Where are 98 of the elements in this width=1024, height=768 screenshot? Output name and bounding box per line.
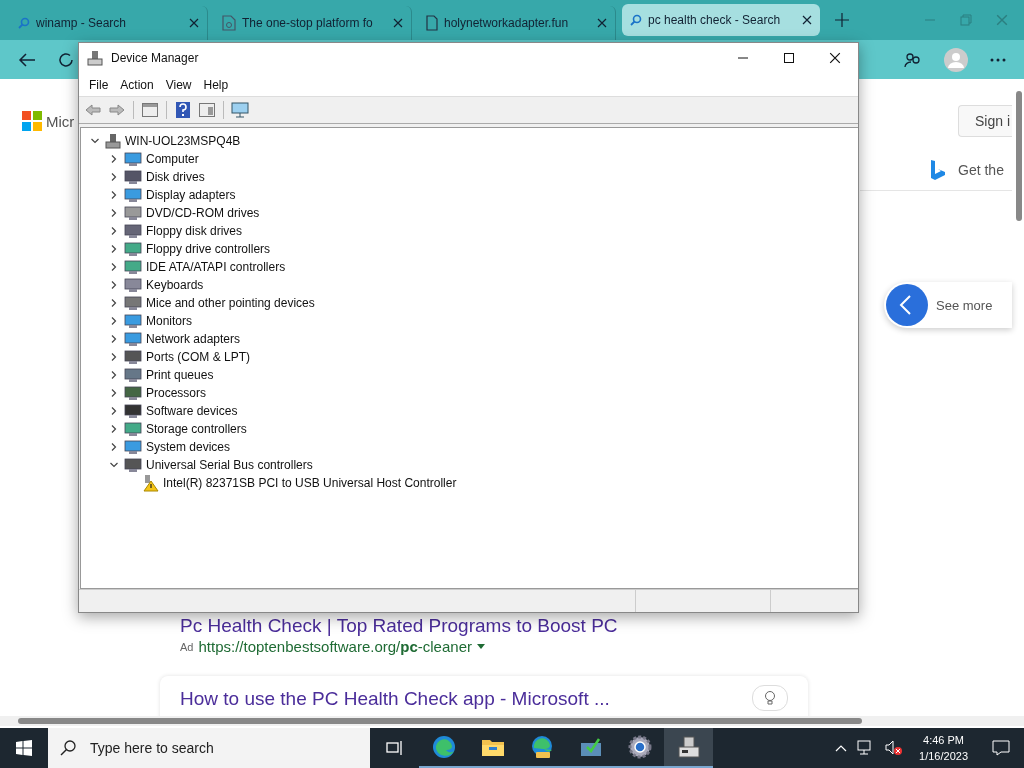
tree-item[interactable]: WIN-UOL23MSPQ4B (125, 134, 241, 148)
search-field[interactable]: Type here to search (88, 739, 370, 757)
lightbulb-button[interactable] (752, 685, 788, 711)
tree-item[interactable]: Storage controllers (146, 422, 247, 436)
device-icon (124, 205, 142, 221)
device-icon (124, 259, 142, 275)
device-icon (124, 169, 142, 185)
taskbar-app[interactable] (664, 728, 713, 768)
scrollbar-thumb[interactable] (1016, 91, 1022, 221)
document-icon (426, 15, 438, 31)
tree-item[interactable]: DVD/CD-ROM drives (146, 206, 260, 220)
tree-item[interactable]: IDE ATA/ATAPI controllers (146, 260, 286, 274)
tree-item[interactable]: Floppy disk drives (146, 224, 243, 238)
result-title-link[interactable]: Pc Health Check | Top Rated Programs to Boost PC (180, 615, 618, 636)
monitor-icon[interactable] (230, 100, 250, 120)
device-icon (124, 457, 142, 473)
logo-icon (22, 111, 42, 131)
edge-browser-icon (431, 735, 456, 759)
window-title: Device Manager (111, 51, 199, 65)
app-icon (579, 737, 602, 757)
device-icon (124, 313, 142, 329)
back-chevron-icon (886, 284, 928, 326)
muted-speaker-icon[interactable] (885, 740, 904, 756)
search-icon (60, 740, 76, 756)
edge-canary-icon (529, 735, 554, 759)
ad-label: Ad (180, 640, 194, 653)
close-icon[interactable] (802, 15, 812, 25)
panel-icon[interactable] (197, 100, 217, 120)
menu-item[interactable]: View (159, 77, 198, 92)
device-icon (124, 295, 142, 311)
tree-item[interactable]: Mice and other pointing devices (146, 296, 315, 310)
device-icon (124, 385, 142, 401)
page-icon (222, 15, 236, 31)
device-icon (124, 331, 142, 347)
back-arrow-icon[interactable] (18, 51, 36, 68)
properties-icon[interactable] (140, 100, 160, 120)
tree-item[interactable]: Universal Serial Bus controllers (146, 458, 313, 472)
tree-item[interactable]: Ports (COM & LPT) (146, 350, 250, 364)
notification-icon[interactable] (992, 740, 1010, 756)
tree-item[interactable]: Network adapters (146, 332, 241, 346)
windows-start-icon[interactable] (16, 740, 32, 756)
logo-text: Micr (46, 112, 75, 130)
menu-item[interactable]: Help (197, 77, 235, 92)
tree-item[interactable]: Keyboards (146, 278, 204, 292)
see-more-button[interactable]: See more (884, 282, 1012, 328)
search-icon (630, 14, 642, 26)
device-manager-icon (676, 735, 701, 759)
clock-date[interactable]: 1/16/2023 (919, 748, 968, 764)
chevron-up-icon[interactable] (835, 744, 848, 752)
close-icon[interactable] (189, 18, 199, 28)
tree-item[interactable]: Monitors (146, 314, 192, 328)
new-tab-icon[interactable] (834, 12, 850, 28)
refresh-icon[interactable] (58, 51, 74, 68)
more-options-icon[interactable] (990, 57, 1006, 62)
tree-item[interactable]: Floppy drive controllers (146, 242, 271, 256)
search-icon (18, 17, 30, 29)
maximize-icon[interactable] (784, 53, 794, 63)
folder-icon (480, 737, 505, 757)
close-icon[interactable] (597, 18, 607, 28)
menu-item[interactable]: File (83, 77, 115, 92)
device-icon (124, 241, 142, 257)
result-title-link[interactable]: How to use the PC Health Check app - Microsoft ... (180, 687, 752, 709)
device-icon (124, 223, 142, 239)
browser-tab[interactable]: pc health check - Search (622, 4, 820, 36)
lightbulb-icon (764, 690, 776, 706)
computer-icon (105, 133, 121, 149)
search-bar[interactable]: Type here to search (48, 728, 370, 768)
tree-item[interactable]: Disk drives (146, 170, 205, 184)
tree-item[interactable]: Intel(R) 82371SB PCI to USB Universal Host Controller (163, 476, 457, 490)
close-icon[interactable] (829, 52, 841, 64)
tree-item[interactable]: Software devices (146, 404, 238, 418)
menu-item[interactable]: Action (114, 77, 160, 92)
tree-item[interactable]: Print queues (146, 368, 214, 382)
sign-in-button[interactable]: Sign i (958, 105, 1012, 137)
tree-item[interactable]: Processors (146, 386, 207, 400)
device-icon (124, 151, 142, 167)
get-app-text[interactable]: Get the (958, 162, 1004, 178)
device-icon (124, 439, 142, 455)
device-icon (124, 349, 142, 365)
dropdown-caret-icon[interactable] (477, 644, 485, 649)
close-icon[interactable] (393, 18, 403, 28)
task-view-icon (385, 740, 404, 756)
device-manager-icon (87, 50, 103, 66)
device-icon (124, 277, 142, 293)
device-icon (124, 403, 142, 419)
tree-item[interactable]: System devices (146, 440, 231, 454)
clock-time[interactable]: 4:46 PM (923, 732, 964, 748)
device-icon (124, 367, 142, 383)
tree-item[interactable]: Display adapters (146, 188, 236, 202)
device-icon (124, 187, 142, 203)
device-icon (124, 421, 142, 437)
help-icon[interactable] (173, 100, 193, 120)
result-url-link[interactable]: https://toptenbestsoftware.org/pc-cleaner (198, 638, 472, 655)
horizontal-scrollbar[interactable] (0, 716, 1024, 726)
bing-logo-icon (930, 159, 946, 181)
tree-item[interactable]: Computer (146, 152, 199, 166)
people-icon[interactable] (904, 50, 922, 69)
settings-icon (627, 735, 652, 759)
